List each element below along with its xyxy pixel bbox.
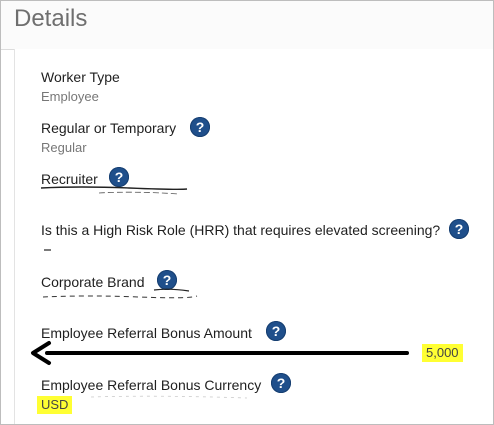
referral-bonus-currency-help-icon[interactable]: ? xyxy=(271,373,291,393)
recruiter-label: Recruiter xyxy=(41,171,98,187)
referral-bonus-currency-label: Employee Referral Bonus Currency xyxy=(41,377,262,393)
section-title: Details xyxy=(14,5,88,32)
corporate-brand-help-icon[interactable]: ? xyxy=(157,270,177,290)
currency-redaction-mark xyxy=(90,395,248,399)
referral-bonus-amount-help-icon[interactable]: ? xyxy=(266,321,286,341)
referral-bonus-currency-value: USD xyxy=(37,396,73,414)
details-card: Details Worker Type Employee Regular or … xyxy=(0,0,494,425)
high-risk-role-help-icon[interactable]: ? xyxy=(449,219,469,239)
details-header: Details xyxy=(1,1,493,50)
regular-or-temporary-label: Regular or Temporary xyxy=(41,120,177,136)
worker-type-label: Worker Type xyxy=(41,69,120,85)
high-risk-role-label: Is this a High Risk Role (HRR) that requ… xyxy=(41,222,441,238)
high-risk-role-redaction-mark xyxy=(44,249,51,251)
worker-type-value: Employee xyxy=(41,89,99,104)
regular-or-temporary-help-icon[interactable]: ? xyxy=(190,117,210,137)
details-panel: Worker Type Employee Regular or Temporar… xyxy=(14,49,493,424)
referral-bonus-amount-value: 5,000 xyxy=(422,344,463,362)
referral-bonus-amount-label: Employee Referral Bonus Amount xyxy=(41,325,252,341)
regular-or-temporary-value: Regular xyxy=(41,140,87,155)
recruiter-help-icon[interactable]: ? xyxy=(109,167,129,187)
corporate-brand-label: Corporate Brand xyxy=(41,274,145,290)
